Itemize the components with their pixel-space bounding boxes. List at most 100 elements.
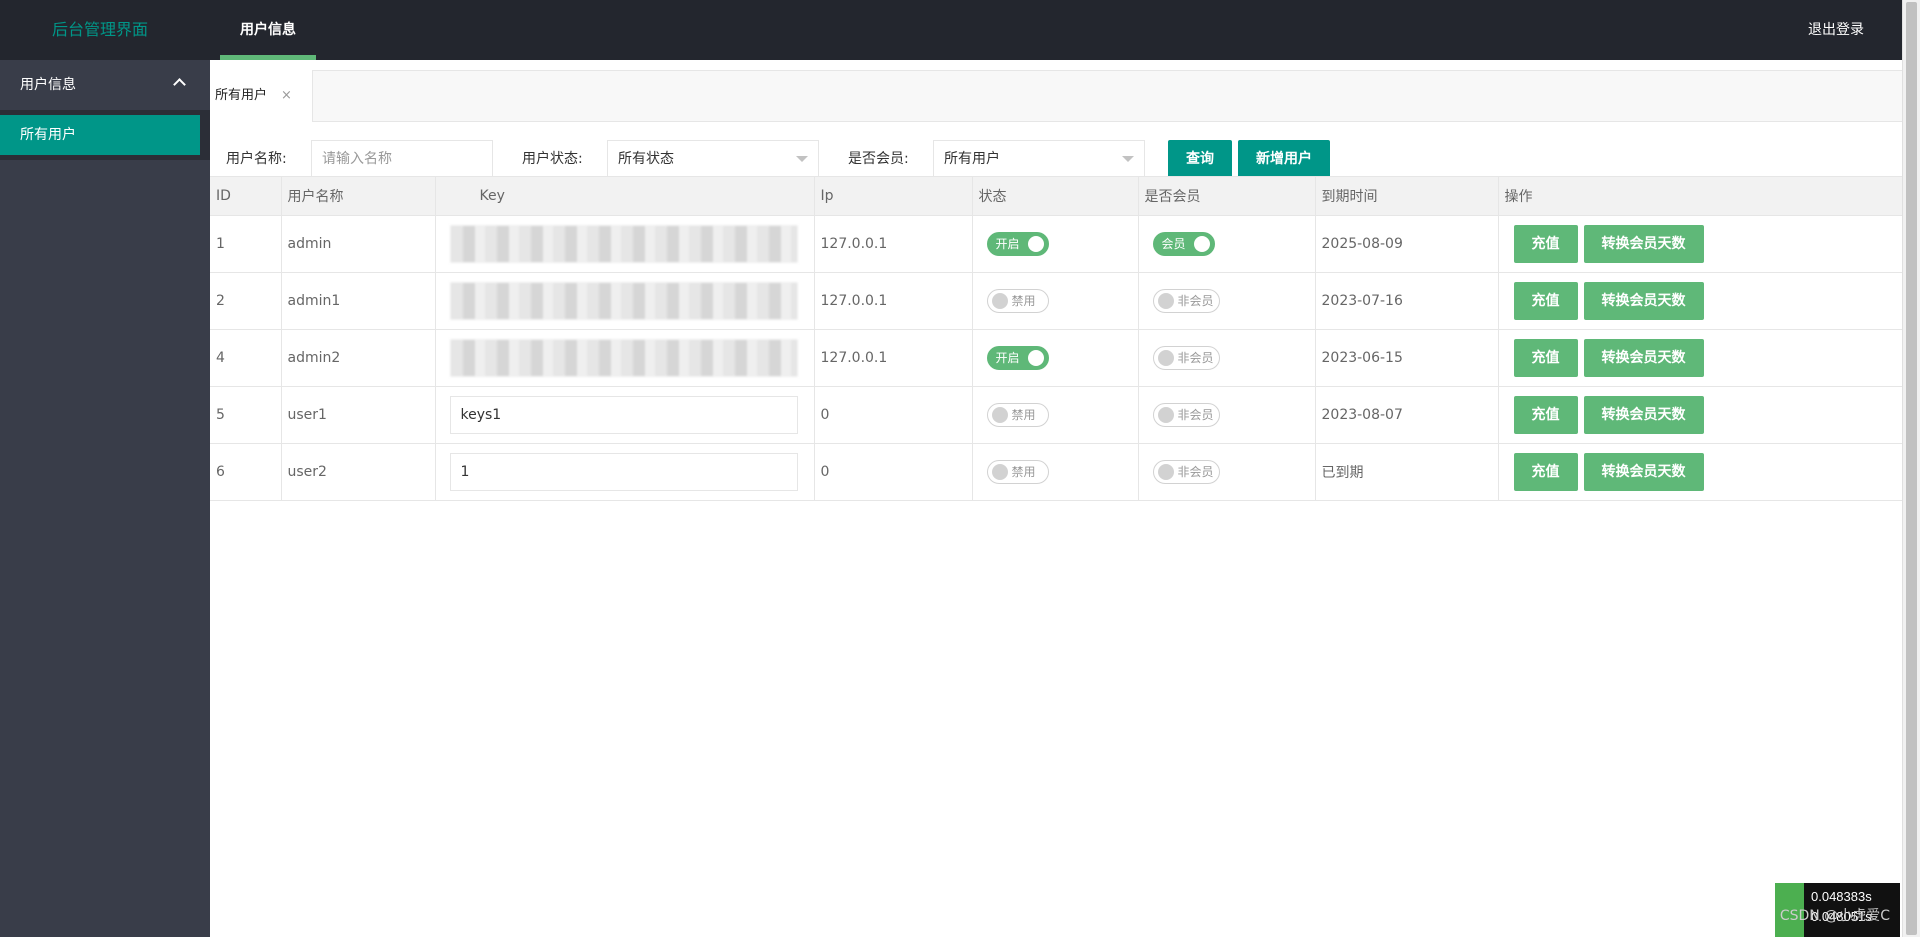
cell-member: 非会员: [1137, 272, 1316, 330]
col-header-key: Key: [434, 176, 815, 216]
caret-down-icon: [796, 156, 808, 162]
key-field-redacted[interactable]: [449, 282, 798, 320]
cell-expire: 已到期: [1314, 443, 1499, 501]
convert-member-days-button[interactable]: 转换会员天数: [1583, 282, 1704, 320]
key-field[interactable]: 1: [449, 453, 798, 491]
status-toggle[interactable]: 开启: [986, 232, 1049, 256]
chevron-up-icon: [173, 78, 186, 91]
status-toggle[interactable]: 开启: [986, 346, 1049, 370]
toggle-knob: [1157, 350, 1174, 366]
sidebar-group-label: 用户信息: [20, 77, 76, 93]
add-user-button[interactable]: 新增用户: [1238, 140, 1330, 178]
main-content: 所有用户 × 用户名称: 用户状态: 所有状态 是否会员: 所有用户 查询 新增用…: [210, 60, 1903, 937]
cell-key: [434, 329, 815, 387]
status-select[interactable]: 所有状态: [607, 140, 819, 178]
member-toggle[interactable]: 非会员: [1152, 289, 1220, 313]
cell-status: 禁用: [971, 386, 1139, 444]
top-nav: 用户信息: [220, 0, 316, 60]
table-row: 1 admin 127.0.0.1 开启 会员 2025-08-09 充值 转换会员天数: [210, 215, 1903, 273]
cell-actions: 充值 转换会员天数: [1497, 386, 1903, 444]
toggle-knob: [1157, 407, 1174, 423]
cell-name: user2: [280, 443, 436, 501]
key-field-redacted[interactable]: [449, 225, 798, 263]
cell-actions: 充值 转换会员天数: [1497, 215, 1903, 273]
status-toggle[interactable]: 禁用: [986, 289, 1049, 313]
cell-id: 2: [210, 272, 282, 330]
cell-member: 会员: [1137, 215, 1316, 273]
query-button[interactable]: 查询: [1168, 140, 1232, 178]
col-header-member: 是否会员: [1137, 176, 1316, 216]
col-header-expire: 到期时间: [1314, 176, 1499, 216]
username-search-input[interactable]: [311, 140, 493, 178]
timer-1: 0.048383s: [1811, 889, 1872, 904]
cell-ip: 127.0.0.1: [813, 329, 973, 387]
member-select-value: 所有用户: [944, 151, 1000, 167]
logout-link[interactable]: 退出登录: [1808, 0, 1864, 60]
cell-actions: 充值 转换会员天数: [1497, 443, 1903, 501]
top-nav-user-info[interactable]: 用户信息: [220, 0, 316, 60]
users-table: ID 用户名称 Key Ip 状态 是否会员 到期时间 操作 1 admin 127…: [210, 176, 1903, 501]
cell-id: 6: [210, 443, 282, 501]
cell-actions: 充值 转换会员天数: [1497, 272, 1903, 330]
member-label: 是否会员:: [848, 151, 909, 167]
sidebar: 用户信息 所有用户: [0, 60, 210, 937]
tab-bar: 所有用户 ×: [210, 70, 1902, 122]
cell-member: 非会员: [1137, 329, 1316, 387]
cell-member: 非会员: [1137, 443, 1316, 501]
member-toggle[interactable]: 非会员: [1152, 403, 1220, 427]
recharge-button[interactable]: 充值: [1513, 225, 1578, 263]
convert-member-days-button[interactable]: 转换会员天数: [1583, 453, 1704, 491]
cell-ip: 0: [813, 386, 973, 444]
username-label: 用户名称:: [226, 151, 287, 167]
cell-expire: 2023-06-15: [1314, 329, 1499, 387]
scrollbar-thumb[interactable]: [1906, 2, 1917, 935]
cell-expire: 2025-08-09: [1314, 215, 1499, 273]
member-toggle[interactable]: 非会员: [1152, 346, 1220, 370]
cell-id: 5: [210, 386, 282, 444]
recharge-button[interactable]: 充值: [1513, 282, 1578, 320]
cell-key: [434, 272, 815, 330]
cell-name: user1: [280, 386, 436, 444]
member-toggle[interactable]: 会员: [1152, 232, 1215, 256]
convert-member-days-button[interactable]: 转换会员天数: [1583, 225, 1704, 263]
cell-ip: 127.0.0.1: [813, 215, 973, 273]
tab-label: 所有用户: [215, 88, 268, 103]
table-header-row: ID 用户名称 Key Ip 状态 是否会员 到期时间 操作: [210, 176, 1903, 216]
cell-status: 禁用: [971, 272, 1139, 330]
status-select-value: 所有状态: [618, 151, 674, 167]
member-select[interactable]: 所有用户: [933, 140, 1145, 178]
cell-name: admin: [280, 215, 436, 273]
cell-ip: 0: [813, 443, 973, 501]
recharge-button[interactable]: 充值: [1513, 396, 1578, 434]
cell-actions: 充值 转换会员天数: [1497, 329, 1903, 387]
toggle-knob: [991, 464, 1008, 480]
tab-all-users[interactable]: 所有用户 ×: [210, 70, 313, 122]
toggle-knob: [1157, 464, 1174, 480]
sidebar-group-user-info[interactable]: 用户信息: [0, 60, 210, 110]
close-icon[interactable]: ×: [281, 88, 292, 103]
recharge-button[interactable]: 充值: [1513, 453, 1578, 491]
cell-expire: 2023-08-07: [1314, 386, 1499, 444]
convert-member-days-button[interactable]: 转换会员天数: [1583, 339, 1704, 377]
cell-status: 禁用: [971, 443, 1139, 501]
cell-key: [434, 215, 815, 273]
col-header-status: 状态: [971, 176, 1139, 216]
vertical-scrollbar[interactable]: [1902, 0, 1920, 937]
cell-status: 开启: [971, 215, 1139, 273]
member-toggle[interactable]: 非会员: [1152, 460, 1220, 484]
key-field[interactable]: keys1: [449, 396, 798, 434]
top-header: 后台管理界面 用户信息 退出登录: [0, 0, 1902, 60]
toggle-knob: [1027, 350, 1044, 366]
cell-name: admin1: [280, 272, 436, 330]
table-body: 1 admin 127.0.0.1 开启 会员 2025-08-09 充值 转换会员天数 2 ad…: [210, 215, 1903, 501]
toggle-knob: [1027, 236, 1044, 252]
col-header-id: ID: [210, 176, 282, 216]
sidebar-item-all-users[interactable]: 所有用户: [0, 115, 200, 155]
key-field-redacted[interactable]: [449, 339, 798, 377]
status-toggle[interactable]: 禁用: [986, 403, 1049, 427]
status-toggle[interactable]: 禁用: [986, 460, 1049, 484]
table-row: 2 admin1 127.0.0.1 禁用 非会员 2023-07-16 充值 转换会员天数: [210, 272, 1903, 330]
recharge-button[interactable]: 充值: [1513, 339, 1578, 377]
convert-member-days-button[interactable]: 转换会员天数: [1583, 396, 1704, 434]
app-logo: 后台管理界面: [51, 20, 148, 39]
